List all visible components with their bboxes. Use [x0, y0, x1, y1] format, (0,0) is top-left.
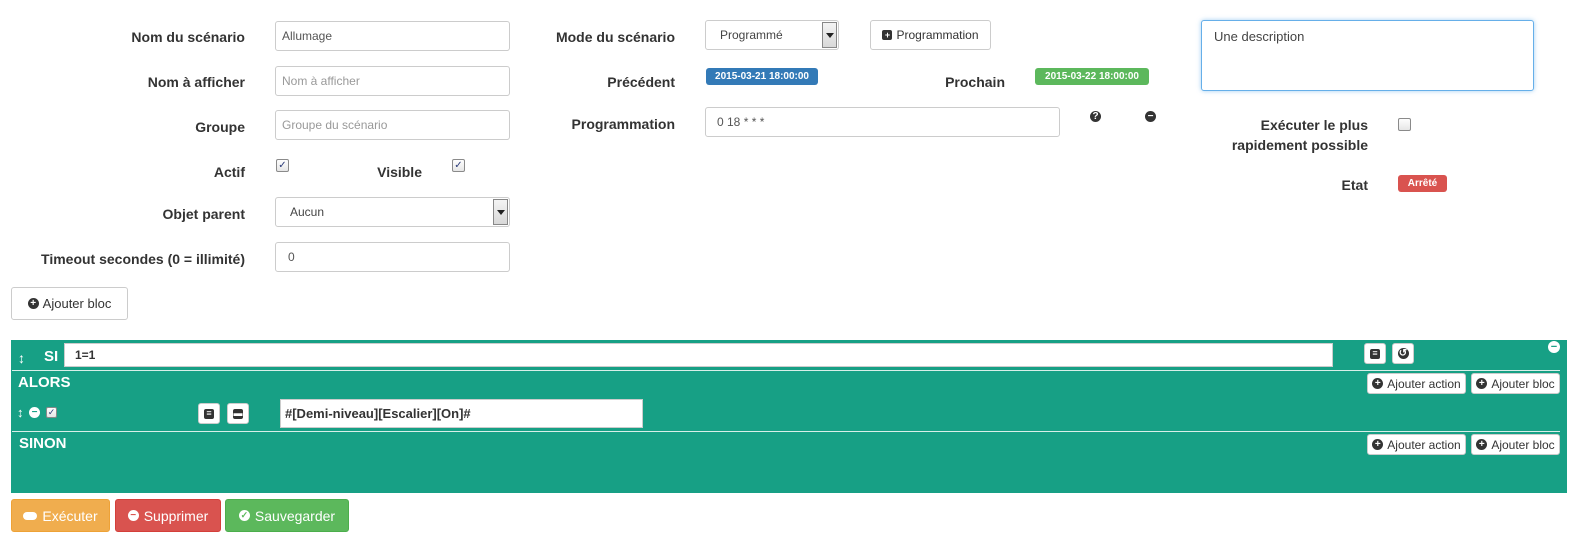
expression-button[interactable]: ≡	[1364, 343, 1386, 364]
run-fast-label: Exécuter le plus rapidement possible	[1180, 115, 1368, 155]
chevron-down-icon	[822, 22, 837, 48]
add-action-button-sinon[interactable]: + Ajouter action	[1367, 434, 1466, 455]
minus-circle-icon[interactable]: −	[1145, 111, 1156, 122]
execute-button[interactable]: Exécuter	[11, 499, 110, 532]
action-command-input[interactable]: #[Demi-niveau][Escalier][On]#	[280, 399, 643, 428]
add-block-label: Ajouter bloc	[42, 296, 112, 311]
active-label: Actif	[213, 164, 245, 180]
plus-circle-icon: +	[1476, 378, 1488, 389]
history-icon: ↺	[1397, 347, 1409, 359]
state-label: Etat	[1341, 177, 1368, 193]
alors-label: ALORS	[18, 374, 71, 391]
remove-action-icon[interactable]: −	[29, 407, 40, 418]
add-block-label: Ajouter bloc	[1491, 437, 1555, 452]
save-button[interactable]: ✓ Sauvegarder	[225, 499, 349, 532]
action-enabled-checkbox[interactable]: ✓	[46, 407, 57, 418]
add-block-button-alors[interactable]: + Ajouter bloc	[1471, 373, 1560, 394]
question-circle-icon[interactable]: ?	[1090, 111, 1101, 122]
schedule-label: Programmation	[571, 116, 675, 132]
state-badge: Arrêté	[1398, 175, 1447, 192]
display-name-input[interactable]	[275, 66, 510, 96]
condition-input[interactable]: 1=1	[64, 343, 1333, 367]
add-block-button-top[interactable]: + Ajouter bloc	[11, 287, 128, 320]
run-fast-label-line1: Exécuter le plus	[1260, 117, 1368, 133]
schedule-input[interactable]	[705, 107, 1060, 137]
display-name-label: Nom à afficher	[147, 74, 245, 90]
minus-circle-icon: −	[127, 510, 139, 521]
delete-button[interactable]: − Supprimer	[115, 499, 221, 532]
drag-handle-icon[interactable]: ↕	[17, 405, 24, 420]
add-block-label: Ajouter bloc	[1491, 376, 1555, 391]
divider	[12, 431, 1560, 432]
previous-badge: 2015-03-21 18:00:00	[706, 68, 818, 85]
remove-block-icon[interactable]: −	[1548, 341, 1560, 353]
plus-circle-icon: +	[1372, 378, 1384, 389]
name-label: Nom du scénario	[131, 29, 245, 45]
programmation-button-label: Programmation	[896, 28, 979, 42]
programmation-button[interactable]: + Programmation	[870, 20, 991, 50]
action-expression-button[interactable]: ≡	[198, 403, 220, 424]
previous-label: Précédent	[607, 74, 675, 90]
timeout-input[interactable]	[275, 242, 510, 272]
timeout-label: Timeout secondes (0 = illimité)	[41, 251, 245, 267]
add-action-label: Ajouter action	[1387, 376, 1461, 391]
execute-button-label: Exécuter	[42, 507, 98, 524]
action-options-button[interactable]: ▬	[227, 403, 249, 424]
gamepad-icon	[23, 511, 38, 520]
chevron-down-icon	[493, 199, 508, 225]
card-icon: ▬	[233, 408, 243, 419]
mode-label: Mode du scénario	[555, 29, 675, 45]
parent-object-select[interactable]: Aucun	[275, 197, 510, 227]
add-action-label: Ajouter action	[1387, 437, 1461, 452]
next-badge: 2015-03-22 18:00:00	[1035, 68, 1149, 85]
plus-circle-icon: +	[27, 298, 39, 309]
sinon-label: SINON	[19, 435, 67, 452]
plus-square-icon: +	[882, 30, 893, 40]
active-checkbox[interactable]: ✓	[276, 159, 289, 172]
save-button-label: Sauvegarder	[254, 507, 336, 524]
drag-handle-icon[interactable]: ↕	[18, 350, 25, 366]
divider	[12, 370, 1560, 371]
check-circle-icon: ✓	[238, 510, 250, 521]
group-label: Groupe	[195, 119, 245, 135]
list-icon: ≡	[204, 408, 214, 419]
run-fast-label-line2: rapidement possible	[1231, 137, 1368, 153]
group-input[interactable]	[275, 110, 510, 140]
list-icon: ≡	[1370, 348, 1380, 359]
next-label: Prochain	[945, 74, 1005, 90]
parent-object-value: Aucun	[290, 205, 325, 219]
parent-object-label: Objet parent	[162, 206, 245, 222]
add-block-button-sinon[interactable]: + Ajouter bloc	[1471, 434, 1560, 455]
plus-circle-icon: +	[1372, 439, 1384, 450]
delete-button-label: Supprimer	[143, 507, 209, 524]
run-fast-checkbox[interactable]	[1398, 118, 1411, 131]
visible-checkbox[interactable]: ✓	[452, 159, 465, 172]
plus-circle-icon: +	[1476, 439, 1488, 450]
add-action-button-alors[interactable]: + Ajouter action	[1367, 373, 1466, 394]
visible-label: Visible	[377, 164, 422, 180]
mode-select[interactable]: Programmé	[705, 20, 839, 50]
name-input[interactable]	[275, 21, 510, 51]
history-button[interactable]: ↺	[1392, 343, 1414, 364]
mode-value: Programmé	[720, 28, 783, 42]
si-label: SI	[44, 348, 59, 365]
description-textarea[interactable]	[1201, 20, 1534, 91]
